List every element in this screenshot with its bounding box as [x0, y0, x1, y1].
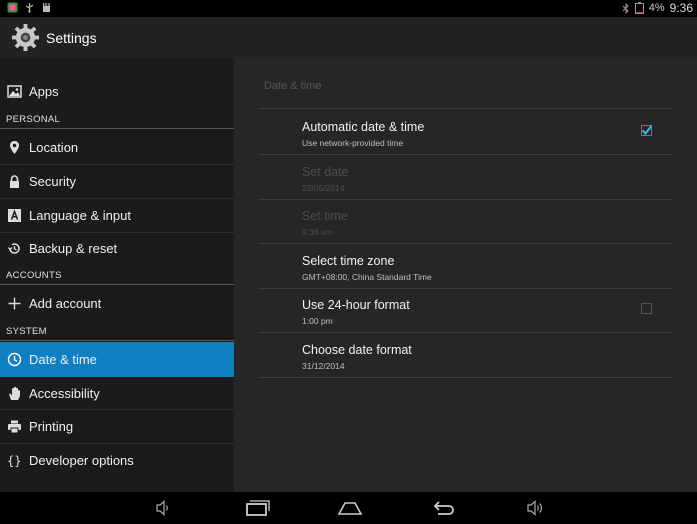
- sidebar-item-label: Language & input: [29, 208, 131, 223]
- row-summary: 22/05/2014: [302, 183, 345, 193]
- braces-icon: {}: [7, 454, 21, 468]
- app-notification-icon: [7, 2, 18, 13]
- home-icon[interactable]: [337, 498, 363, 518]
- row-title: Select time zone: [302, 254, 395, 268]
- bluetooth-icon: [622, 2, 629, 14]
- section-title: Date & time: [264, 80, 322, 92]
- navigation-bar: [0, 492, 697, 524]
- battery-percent: 4%: [648, 2, 665, 14]
- use-24-hour-checkbox[interactable]: [641, 303, 652, 314]
- sidebar-item-developer-options[interactable]: {} Developer options: [0, 444, 234, 477]
- header-divider: [0, 128, 234, 129]
- svg-text:{}: {}: [7, 454, 21, 468]
- action-bar: Settings: [0, 17, 697, 58]
- sidebar-item-accessibility[interactable]: Accessibility: [0, 377, 234, 410]
- printer-icon: [8, 420, 21, 434]
- usb-icon: [25, 3, 34, 13]
- location-pin-icon: [10, 141, 19, 154]
- sidebar-item-label: Date & time: [29, 352, 97, 367]
- header-divider: [0, 284, 234, 285]
- section-divider: [258, 108, 672, 109]
- sidebar-item-date-time[interactable]: Date & time: [0, 342, 234, 377]
- date-time-panel: Date & time Automatic date & time Use ne…: [234, 58, 697, 492]
- sidebar-item-label: Accessibility: [29, 386, 100, 401]
- sidebar-item-add-account[interactable]: Add account: [0, 287, 234, 320]
- sidebar-item-apps[interactable]: Apps: [0, 75, 234, 108]
- status-bar: 4% 9:36: [0, 0, 697, 17]
- status-right: 4% 9:36: [622, 1, 693, 15]
- page-title: Settings: [46, 30, 97, 46]
- sidebar-item-label: Printing: [29, 419, 74, 434]
- sidebar-item-label: Apps: [29, 84, 59, 99]
- set-date-row: Set date 22/05/2014: [258, 155, 672, 200]
- row-title: Choose date format: [302, 343, 412, 357]
- sidebar-item-language-input[interactable]: Language & input: [0, 199, 234, 232]
- plus-icon: [8, 297, 21, 310]
- language-icon: [8, 209, 21, 222]
- backup-icon: [7, 243, 20, 254]
- row-summary: GMT+08:00, China Standard Time: [302, 272, 432, 282]
- set-time-row: Set time 9:36 am: [258, 199, 672, 244]
- lock-icon: [10, 175, 19, 188]
- volume-up-icon[interactable]: [524, 498, 546, 518]
- sidebar-item-label: Backup & reset: [29, 241, 118, 256]
- sidebar-item-label: Security: [29, 174, 76, 189]
- automatic-date-time-row[interactable]: Automatic date & time Use network-provid…: [258, 110, 672, 155]
- row-summary: 1:00 pm: [302, 316, 333, 326]
- row-title: Automatic date & time: [302, 120, 425, 134]
- settings-gear-icon[interactable]: [11, 23, 40, 52]
- sidebar-item-printing[interactable]: Printing: [0, 410, 234, 443]
- row-summary: Use network-provided time: [302, 138, 404, 148]
- sidebar-item-backup-reset[interactable]: Backup & reset: [0, 232, 234, 265]
- status-notifications: [7, 2, 52, 13]
- choose-date-format-row[interactable]: Choose date format 31/12/2014: [258, 333, 672, 378]
- row-title: Set time: [302, 209, 348, 223]
- battery-icon: [634, 2, 644, 14]
- sd-card-icon: [43, 3, 50, 12]
- hand-icon: [9, 386, 20, 400]
- section-header-accounts: ACCOUNTS: [6, 270, 62, 281]
- sidebar-item-location[interactable]: Location: [0, 131, 234, 164]
- settings-sidebar: Apps PERSONAL Location Security Language…: [0, 58, 234, 492]
- automatic-date-time-checkbox[interactable]: [641, 125, 652, 136]
- sidebar-item-label: Add account: [29, 296, 102, 311]
- row-summary: 31/12/2014: [302, 361, 345, 371]
- row-summary: 9:36 am: [302, 227, 333, 237]
- section-header-personal: PERSONAL: [6, 114, 61, 125]
- sidebar-item-label: Location: [29, 140, 79, 155]
- header-divider: [0, 340, 234, 341]
- recent-apps-icon[interactable]: [245, 498, 271, 518]
- sidebar-item-security[interactable]: Security: [0, 165, 234, 198]
- sidebar-item-label: Developer options: [29, 453, 134, 468]
- section-header-system: SYSTEM: [6, 326, 47, 337]
- use-24-hour-format-row[interactable]: Use 24-hour format 1:00 pm: [258, 288, 672, 333]
- select-time-zone-row[interactable]: Select time zone GMT+08:00, China Standa…: [258, 244, 672, 289]
- volume-down-icon[interactable]: [152, 498, 174, 518]
- back-icon[interactable]: [430, 498, 456, 518]
- clock-icon: [7, 352, 22, 367]
- apps-icon: [7, 85, 22, 98]
- status-time: 9:36: [669, 1, 693, 15]
- row-title: Set date: [302, 165, 349, 179]
- row-title: Use 24-hour format: [302, 298, 410, 312]
